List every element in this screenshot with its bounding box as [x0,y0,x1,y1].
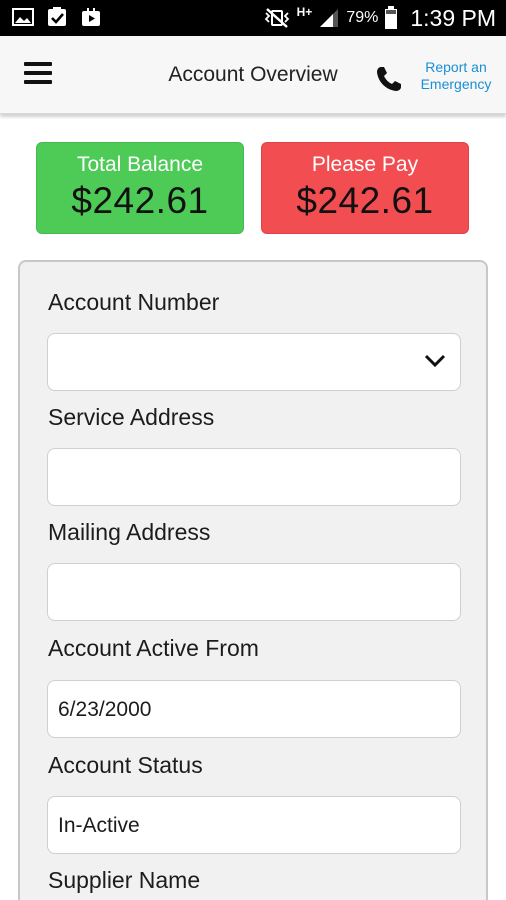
page-title-text: Account Overview [168,63,338,86]
network-type: H+ [296,5,313,19]
chevron-down-icon [424,354,446,368]
account-status-label: Account Status [48,752,203,778]
supplier-name-label: Supplier Name [48,867,201,893]
total-balance-label: Total Balance [76,153,204,176]
service-address-label: Service Address [48,404,215,430]
account-details-panel: Account Number Service Address Mailing A… [18,260,488,900]
mailing-address-field[interactable] [47,563,461,621]
report-emergency-line1: Report an [425,59,487,75]
gallery-icon [12,8,34,26]
total-balance-amount: $242.61 [71,180,209,221]
battery-percent: 79% [346,9,379,26]
account-active-from-label: Account Active From [48,635,259,661]
video-icon [82,8,100,26]
mute-vibrate-icon [264,8,289,28]
report-emergency-link[interactable]: Report an Emergency [414,59,498,93]
account-status-field[interactable]: In-Active [47,796,461,854]
please-pay-card[interactable]: Please Pay $242.61 [261,142,469,234]
clock: 1:39 PM [410,4,496,31]
service-address-field[interactable] [47,448,461,506]
account-number-select[interactable] [47,333,461,391]
please-pay-amount: $242.61 [296,180,434,221]
phone-icon[interactable] [374,64,404,94]
account-status-value: In-Active [58,814,140,837]
mailing-address-label: Mailing Address [48,519,211,545]
app-bar: Account Overview Report an Emergency [0,36,506,114]
status-bar: H+ 79% 1:39 PM [0,0,506,36]
total-balance-card: Total Balance $242.61 [36,142,244,234]
hamburger-icon [24,62,52,66]
signal-icon [320,9,339,27]
menu-button[interactable] [24,62,52,86]
please-pay-label: Please Pay [311,153,419,176]
account-number-label: Account Number [48,289,220,315]
account-active-from-field[interactable]: 6/23/2000 [47,680,461,738]
battery-icon [385,6,398,29]
account-active-from-value: 6/23/2000 [58,698,152,721]
report-emergency-line2: Emergency [420,76,492,92]
clipboard-check-icon [48,7,66,26]
